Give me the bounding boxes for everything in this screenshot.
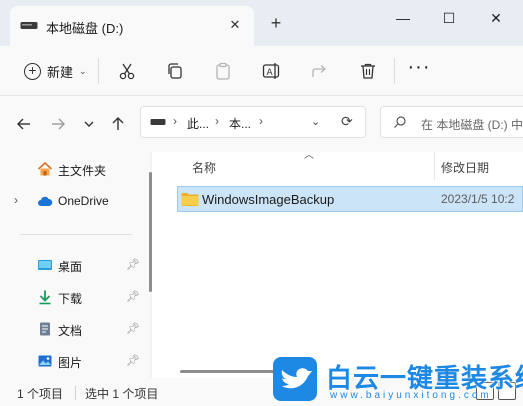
- navigation-pane: 主文件夹 › OneDrive 桌面 📌︎ 下载 📌︎ 文档 📌︎ 图片 📌︎: [0, 152, 152, 378]
- sidebar-item-onedrive[interactable]: › OneDrive: [0, 187, 142, 215]
- column-divider[interactable]: [434, 152, 435, 180]
- sidebar-item-label: 下载: [58, 292, 83, 306]
- copy-button[interactable]: [162, 58, 188, 84]
- sidebar-item-label: 主文件夹: [58, 164, 107, 178]
- recent-locations-button[interactable]: [79, 114, 99, 134]
- cloud-icon: [38, 196, 53, 206]
- close-window-button[interactable]: ✕: [473, 4, 519, 32]
- sidebar-item-label: 图片: [58, 356, 83, 370]
- copy-icon: [168, 63, 182, 79]
- sidebar-item-pictures[interactable]: 图片 📌︎: [0, 347, 142, 375]
- add-tab-button[interactable]: +: [266, 13, 286, 33]
- arrow-right-icon: [52, 118, 65, 130]
- share-button[interactable]: [306, 58, 332, 84]
- paste-button[interactable]: [210, 58, 236, 84]
- sort-ascending-icon: ︿: [304, 150, 314, 161]
- minimize-button[interactable]: —: [380, 4, 426, 32]
- breadcrumb-separator-icon: ›: [259, 114, 263, 128]
- toolbar-divider: [394, 58, 395, 84]
- bird-logo-icon: [273, 357, 317, 401]
- sidebar-item-label: 文档: [58, 324, 83, 338]
- rename-icon: A: [262, 63, 280, 79]
- forward-button[interactable]: [48, 114, 68, 134]
- drive-icon: [20, 22, 38, 29]
- address-row: › 此... › 本... › ⌄ ⟳ 在 本地磁盘 (D:) 中搜索: [0, 96, 523, 152]
- trash-icon: [361, 63, 375, 79]
- folder-icon: [181, 193, 199, 206]
- sidebar-divider: [20, 234, 132, 235]
- tab-title: 本地磁盘 (D:): [46, 21, 124, 36]
- selection-count: 选中 1 个项目: [85, 387, 159, 401]
- chevron-right-icon[interactable]: ›: [14, 193, 18, 207]
- sidebar-item-downloads[interactable]: 下载 📌︎: [0, 283, 142, 311]
- search-input[interactable]: 在 本地磁盘 (D:) 中搜索: [380, 106, 523, 138]
- pin-icon: 📌︎: [126, 291, 140, 303]
- svg-text:A: A: [267, 68, 274, 78]
- document-icon: [40, 322, 50, 336]
- file-list: ︿ 名称 修改日期 WindowsImageBackup 2023/1/5 10…: [152, 150, 523, 378]
- desktop-icon: [38, 260, 52, 270]
- arrow-left-icon: [17, 118, 30, 130]
- refresh-icon[interactable]: ⟳: [341, 113, 353, 130]
- command-bar: + 新建 ⌄ A ···: [0, 46, 523, 96]
- sidebar-item-desktop[interactable]: 桌面 📌︎: [0, 251, 142, 279]
- pin-icon: 📌︎: [126, 323, 140, 335]
- sidebar-item-home[interactable]: 主文件夹: [0, 155, 142, 183]
- file-name: WindowsImageBackup: [202, 192, 335, 207]
- new-button-label: 新建: [47, 64, 74, 80]
- arrow-up-icon: [112, 117, 124, 130]
- home-icon: [37, 161, 53, 176]
- close-tab-icon[interactable]: ✕: [226, 16, 244, 34]
- column-header-date[interactable]: 修改日期: [441, 159, 489, 176]
- file-explorer-window: 本地磁盘 (D:) ✕ + — ☐ ✕ + 新建 ⌄ A ··· › 此... …: [0, 0, 523, 406]
- up-button[interactable]: [108, 114, 128, 134]
- pin-icon: 📌︎: [126, 355, 140, 367]
- horizontal-scrollbar[interactable]: [180, 370, 276, 373]
- sidebar-item-label: OneDrive: [58, 194, 109, 208]
- clipboard-icon: [216, 62, 230, 80]
- drive-icon: [150, 119, 166, 125]
- search-icon: [394, 116, 406, 128]
- download-icon: [39, 290, 51, 305]
- picture-icon: [38, 355, 52, 367]
- rename-button[interactable]: A: [258, 58, 284, 84]
- share-icon: [312, 65, 326, 77]
- maximize-button[interactable]: ☐: [426, 4, 472, 32]
- chevron-down-icon[interactable]: ⌄: [311, 115, 320, 128]
- chevron-down-icon: [84, 121, 94, 127]
- column-header-name[interactable]: 名称: [192, 159, 216, 176]
- toolbar-divider: [98, 58, 99, 84]
- breadcrumb-separator-icon: ›: [215, 114, 219, 128]
- sidebar-item-label: 桌面: [58, 260, 83, 274]
- table-row[interactable]: WindowsImageBackup 2023/1/5 10:2: [177, 186, 523, 212]
- sidebar-item-documents[interactable]: 文档 📌︎: [0, 315, 142, 343]
- back-button[interactable]: [14, 114, 34, 134]
- watermark: 白云一键重装系统 www.baiyunxitong.com: [272, 354, 523, 406]
- new-button[interactable]: + 新建 ⌄: [18, 58, 93, 84]
- watermark-url: www.baiyunxitong.com: [330, 390, 492, 401]
- status-divider: [75, 386, 76, 400]
- pin-icon: 📌︎: [126, 259, 140, 271]
- item-count: 1 个项目: [17, 387, 64, 401]
- breadcrumb-this-pc[interactable]: 此...: [187, 115, 209, 132]
- file-modified-date: 2023/1/5 10:2: [441, 192, 515, 206]
- delete-button[interactable]: [355, 58, 381, 84]
- title-bar: 本地磁盘 (D:) ✕ + — ☐ ✕: [0, 0, 523, 46]
- cut-button[interactable]: [114, 58, 140, 84]
- breadcrumb-separator-icon: ›: [173, 114, 177, 128]
- more-options-button[interactable]: ···: [406, 57, 432, 84]
- search-placeholder: 在 本地磁盘 (D:) 中搜索: [421, 118, 523, 132]
- plus-circle-icon: +: [24, 62, 41, 80]
- breadcrumb-local-disk[interactable]: 本...: [229, 115, 251, 132]
- address-bar[interactable]: › 此... › 本... › ⌄ ⟳: [140, 106, 366, 138]
- tab-local-disk-d[interactable]: 本地磁盘 (D:) ✕: [10, 6, 254, 46]
- chevron-down-icon: ⌄: [79, 65, 87, 76]
- scissors-icon: [119, 63, 135, 80]
